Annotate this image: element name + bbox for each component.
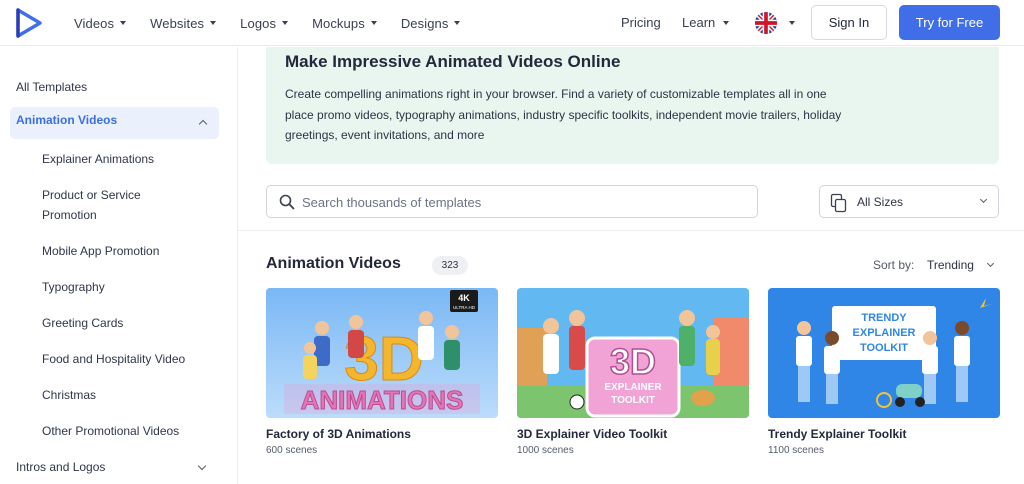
sidebar-subitem-other-promotional[interactable]: Other Promotional Videos [42,421,222,441]
chevron-down-icon [210,21,217,25]
thumbnail-text: 3D [610,341,656,382]
nav-videos-label: Videos [74,15,115,31]
template-title[interactable]: 3D Explainer Video Toolkit [517,427,667,441]
nav-videos[interactable]: Videos [74,15,127,31]
sidebar-subitem-product-promotion[interactable]: Product or Service Promotion [42,185,172,225]
next-row-preview [266,480,999,484]
sidebar-subitem-mobile-app[interactable]: Mobile App Promotion [42,241,222,261]
thumbnail-text: TRENDY [861,312,907,324]
chevron-down-icon [120,21,127,25]
renderforest-logo-icon[interactable] [14,7,44,39]
intro-banner: Make Impressive Animated Videos Online C… [266,47,999,164]
thumbnail-text: EXPLAINER [604,382,662,393]
template-thumbnail[interactable]: TRENDY EXPLAINER TOOLKIT [768,288,1000,418]
sidebar-subitem-food-hospitality[interactable]: Food and Hospitality Video [42,349,222,369]
nav-logos-label: Logos [240,15,277,31]
nav-websites-label: Websites [150,15,205,31]
thumbnail-text: TOOLKIT [611,395,655,406]
try-for-free-button[interactable]: Try for Free [899,5,1000,40]
search-input[interactable] [302,193,742,211]
sidebar-item-animation-videos[interactable]: Animation Videos [10,107,219,139]
chevron-down-icon [979,195,988,204]
sidebar-item-label: Animation Videos [16,113,118,127]
sort-label: Sort by: [873,258,915,272]
nav-designs[interactable]: Designs [401,16,461,31]
ultra-hd-label: ULTRA HD [453,305,476,310]
section-title: Animation Videos [266,255,401,272]
sizes-dropdown[interactable]: All Sizes [819,185,999,218]
sort-dropdown[interactable]: Trending [927,258,974,272]
template-title[interactable]: Factory of 3D Animations [266,427,411,441]
scene-count: 600 scenes [266,445,318,456]
search-icon [279,194,295,210]
thumbnail-text: TOOLKIT [860,342,908,354]
nav-mockups-label: Mockups [312,15,365,31]
template-thumbnail[interactable]: 3D EXPLAINER TOOLKIT [517,288,749,418]
main-nav: Videos Websites Logos Mockups Designs [74,0,484,46]
4k-badge-label: 4K [458,293,470,303]
chevron-down-icon [454,21,461,25]
nav-websites[interactable]: Websites [150,15,217,31]
top-navbar: Videos Websites Logos Mockups Designs Pr… [0,0,1024,46]
chevron-up-icon [198,119,208,129]
thumbnail-text: EXPLAINER [853,327,916,339]
chevron-down-icon [723,20,730,25]
chevron-down-icon [370,21,377,25]
template-search[interactable] [266,185,758,218]
chevron-down-icon[interactable] [986,259,995,268]
sidebar-item-intros-logos[interactable]: Intros and Logos [16,457,216,477]
category-sidebar: All Templates Animation Videos Explainer… [0,47,238,484]
divider [238,230,1024,231]
chevron-down-icon [282,21,289,25]
sign-in-button[interactable]: Sign In [811,5,887,40]
banner-description: Create compelling animations right in yo… [285,87,842,142]
template-title[interactable]: Trendy Explainer Toolkit [768,427,906,441]
sidebar-item-all-templates[interactable]: All Templates [16,77,87,97]
sidebar-subitem-typography[interactable]: Typography [42,277,222,297]
sidebar-subitem-christmas[interactable]: Christmas [42,385,222,405]
nav-logos[interactable]: Logos [240,15,289,31]
page-title: Make Impressive Animated Videos Online [285,52,621,71]
chevron-down-icon[interactable] [789,21,795,25]
sidebar-item-label: Intros and Logos [16,460,106,474]
template-thumbnail[interactable]: 3D ANIMATIONS 4K ULTRA HD [266,288,498,418]
sizes-icon [830,193,847,213]
nav-learn-label: Learn [682,15,716,30]
nav-designs-label: Designs [400,15,449,31]
uk-flag-icon[interactable] [755,12,777,34]
scene-count: 1000 scenes [517,445,574,456]
scene-count: 1100 scenes [768,445,824,456]
sidebar-subitem-explainer[interactable]: Explainer Animations [42,149,222,169]
nav-pricing[interactable]: Pricing [621,15,661,30]
template-count-badge: 323 [432,256,468,275]
nav-mockups[interactable]: Mockups [312,16,377,31]
sizes-label: All Sizes [857,195,904,209]
thumbnail-text: ANIMATIONS [301,385,464,415]
sidebar-subitem-greeting-cards[interactable]: Greeting Cards [42,313,222,333]
nav-learn[interactable]: Learn [682,15,730,30]
